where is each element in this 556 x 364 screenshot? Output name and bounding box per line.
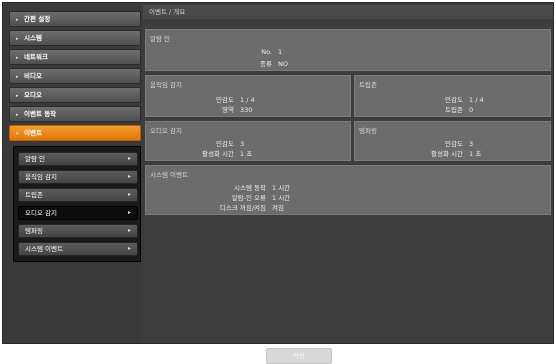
submenu-item-label: 움직임 감지	[25, 173, 57, 181]
submenu-item-label: 오디오 감지	[25, 209, 57, 217]
kv-value: NO	[278, 60, 288, 68]
panel-title: 템퍼링	[359, 127, 377, 135]
menu-item-system[interactable]: ▸ 시스템	[9, 30, 141, 46]
chevron-right-icon: ▸	[16, 93, 19, 99]
submenu-item-alarm-in[interactable]: 알람 인 ▸	[18, 152, 138, 166]
kv-key: 트립존	[445, 106, 463, 114]
chevron-right-icon: ▸	[16, 74, 19, 80]
kv-row: 종류 NO	[204, 58, 288, 68]
submenu-item-motion[interactable]: 움직임 감지 ▸	[18, 170, 138, 184]
kv-value: 3	[469, 140, 474, 148]
menu-item-label: 오디오	[24, 91, 42, 99]
chevron-right-icon: ▸	[127, 245, 131, 252]
kv-row: 민감도 3	[166, 138, 244, 148]
kv-value: 1 초	[469, 150, 482, 158]
menu-item-quick-setup[interactable]: ▸ 간편 설정	[9, 11, 141, 27]
submenu-item-label: 알람 인	[25, 155, 46, 163]
sidebar: ▸ 간편 설정 ▸ 시스템 ▸ 네트워크 ▸ 비디오 ▸ 오디오 ▸ 이벤트 동작 ▾ 이벤트…	[5, 5, 141, 343]
menu-item-network[interactable]: ▸ 네트워크	[9, 49, 141, 65]
kv-key: 종류	[260, 60, 272, 68]
chevron-right-icon: ▸	[127, 155, 131, 162]
app-frame: ▸ 간편 설정 ▸ 시스템 ▸ 네트워크 ▸ 비디오 ▸ 오디오 ▸ 이벤트 동작 ▾ 이벤트…	[2, 2, 554, 344]
kv-key: 시스템 동작	[234, 184, 266, 192]
kv-value: 330	[240, 106, 253, 114]
chevron-right-icon: ▸	[16, 55, 19, 61]
menu-item-label: 시스템	[24, 34, 42, 42]
kv-value: 1 / 4	[469, 96, 484, 104]
submenu-item-tampering[interactable]: 템퍼링 ▸	[18, 224, 138, 238]
submenu-item-system-event[interactable]: 시스템 이벤트 ▸	[18, 242, 138, 256]
menu-item-label: 네트워크	[24, 53, 48, 61]
kv-row: 영역 330	[166, 104, 252, 114]
kv-value: 1	[278, 48, 283, 56]
chevron-down-icon: ▾	[16, 131, 19, 137]
kv-key: 민감도	[445, 96, 463, 104]
panel-tampering: 템퍼링 민감도 3 활성화 시간 1 초	[354, 121, 551, 161]
menu-item-event-action[interactable]: ▸ 이벤트 동작	[9, 106, 141, 122]
kv-value: 1 / 4	[240, 96, 255, 104]
kv-key: 알람-인 오류	[231, 194, 266, 202]
submenu-item-audio-detect[interactable]: 오디오 감지 ▸	[18, 206, 138, 220]
kv-row: 시스템 동작 1 시간	[166, 182, 290, 192]
kv-row: 디스크 꺼짐/켜짐 켜짐	[166, 202, 284, 212]
kv-row: 알람-인 오류 1 시간	[166, 192, 290, 202]
kv-key: 활성화 시간	[202, 150, 234, 158]
apply-button[interactable]: 적용	[266, 348, 332, 364]
chevron-right-icon: ▸	[16, 17, 19, 23]
content-area: 이벤트 / 개요 알람 인 No. 1 종류 NO 움직임 감지 민감도 1 / 4 …	[143, 5, 553, 343]
panel-alarm-in: 알람 인 No. 1 종류 NO	[145, 29, 551, 71]
kv-value: 1 초	[240, 150, 253, 158]
panel-title: 오디오 감지	[150, 127, 182, 135]
kv-row: 민감도 1 / 4	[166, 94, 255, 104]
kv-value: 3	[240, 140, 245, 148]
chevron-right-icon: ▸	[127, 209, 131, 216]
kv-row: 활성화 시간 1 초	[166, 148, 252, 158]
kv-key: No.	[261, 48, 272, 56]
kv-row: No. 1	[204, 48, 282, 56]
panel-title: 시스템 이벤트	[150, 171, 188, 179]
menu-item-video[interactable]: ▸ 비디오	[9, 68, 141, 84]
panel-system-event: 시스템 이벤트 시스템 동작 1 시간 알람-인 오류 1 시간 디스크 꺼짐/켜짐…	[145, 165, 551, 215]
kv-row: 트립존 0	[395, 104, 473, 114]
panel-title: 트립존	[359, 81, 377, 89]
chevron-right-icon: ▸	[127, 191, 131, 198]
menu-item-audio[interactable]: ▸ 오디오	[9, 87, 141, 103]
kv-value: 0	[469, 106, 474, 114]
submenu-item-label: 템퍼링	[25, 227, 43, 235]
kv-key: 영역	[222, 106, 234, 114]
kv-key: 민감도	[445, 140, 463, 148]
kv-value: 1 시간	[272, 184, 291, 192]
panel-title: 움직임 감지	[150, 81, 182, 89]
chevron-right-icon: ▸	[16, 36, 19, 42]
submenu-item-tripzone[interactable]: 트립존 ▸	[18, 188, 138, 202]
kv-row: 민감도 1 / 4	[395, 94, 484, 104]
kv-key: 민감도	[216, 140, 234, 148]
chevron-right-icon: ▸	[127, 173, 131, 180]
panel-tripzone: 트립존 민감도 1 / 4 트립존 0	[354, 75, 551, 117]
kv-value: 1 시간	[272, 194, 291, 202]
panel-audio-detect: 오디오 감지 민감도 3 활성화 시간 1 초	[145, 121, 351, 161]
event-submenu: 알람 인 ▸ 움직임 감지 ▸ 트립존 ▸ 오디오 감지 ▸ 템퍼링 ▸ 시스템…	[13, 146, 141, 262]
menu-item-label: 비디오	[24, 72, 42, 80]
menu-item-event[interactable]: ▾ 이벤트	[9, 125, 141, 141]
chevron-right-icon: ▸	[127, 227, 131, 234]
kv-key: 민감도	[216, 96, 234, 104]
kv-row: 활성화 시간 1 초	[395, 148, 481, 158]
panel-title: 알람 인	[150, 35, 171, 43]
panel-motion: 움직임 감지 민감도 1 / 4 영역 330	[145, 75, 351, 117]
submenu-item-label: 시스템 이벤트	[25, 245, 63, 253]
kv-key: 디스크 꺼짐/켜짐	[219, 204, 266, 212]
menu-item-label: 이벤트	[24, 129, 42, 137]
menu-item-label: 이벤트 동작	[24, 110, 57, 118]
kv-key: 활성화 시간	[431, 150, 463, 158]
breadcrumb: 이벤트 / 개요	[143, 5, 553, 19]
kv-row: 민감도 3	[395, 138, 473, 148]
menu-item-label: 간편 설정	[24, 15, 51, 23]
kv-value: 켜짐	[272, 204, 284, 212]
submenu-item-label: 트립존	[25, 191, 43, 199]
chevron-right-icon: ▸	[16, 112, 19, 118]
